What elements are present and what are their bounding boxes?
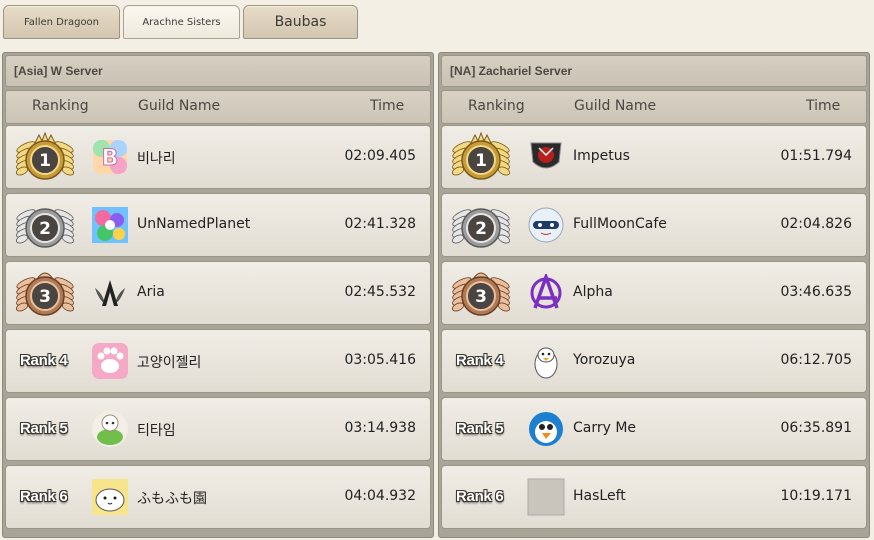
- medal-number: 3: [475, 287, 487, 307]
- guild-name-header: Guild Name: [138, 98, 221, 114]
- medal-number: 1: [475, 151, 487, 171]
- clear-time: 01:51.794: [780, 148, 852, 164]
- clear-time: 06:35.891: [780, 420, 852, 436]
- clear-time: 03:05.416: [344, 352, 416, 368]
- silver-medal-icon: 2: [447, 199, 515, 253]
- time-header: Time: [370, 98, 405, 114]
- ranking-row[interactable]: Rank 6 HasLeft 10:19.171: [441, 465, 867, 529]
- ranking-row[interactable]: 3 Alpha 03:46.635: [441, 261, 867, 325]
- ranking-header: Ranking: [468, 98, 525, 114]
- guild-name: HasLeft: [573, 488, 626, 504]
- ranking-row[interactable]: Rank 5 Carry Me 06:35.891: [441, 397, 867, 461]
- ranking-row[interactable]: 1 B 비나리 02:09.405: [5, 125, 431, 189]
- tab-arachne-sisters[interactable]: Arachne Sisters: [123, 5, 240, 39]
- clear-time: 02:09.405: [344, 148, 416, 164]
- moon-face-emblem-icon: [527, 206, 565, 244]
- silver-medal-icon: 2: [11, 199, 79, 253]
- ranking-row[interactable]: Rank 6 ふもふも園 04:04.932: [5, 465, 431, 529]
- red-dragon-shield-emblem-icon: [527, 138, 565, 176]
- ranking-row[interactable]: Rank 5 티타임 03:14.938: [5, 397, 431, 461]
- guild-name: Yorozuya: [573, 352, 636, 368]
- medal-number: 1: [39, 151, 51, 171]
- tab-fallen-dragoon[interactable]: Fallen Dragoon: [3, 5, 120, 39]
- bronze-medal-icon: 3: [447, 267, 515, 321]
- purple-anarchy-emblem-icon: [527, 271, 565, 312]
- penguin-emblem-icon: [527, 342, 565, 380]
- white-creature-emblem-icon: [91, 478, 129, 516]
- rank-label: Rank 5: [456, 420, 504, 437]
- medal-number: 2: [475, 219, 487, 239]
- clear-time: 10:19.171: [780, 488, 852, 504]
- colorful-planet-emblem-icon: [91, 206, 129, 244]
- ranking-row[interactable]: 3 Aria 02:45.532: [5, 261, 431, 325]
- guild-name: 티타임: [137, 423, 176, 439]
- ranking-row[interactable]: 2 UnNamedPlanet 02:41.328: [5, 193, 431, 257]
- tab-bar: Fallen Dragoon Arachne Sisters Baubas: [0, 0, 874, 40]
- ranking-row[interactable]: Rank 4 고양이젤리 03:05.416: [5, 329, 431, 393]
- rank-label: Rank 4: [20, 352, 68, 369]
- rank-label: Rank 6: [456, 488, 504, 505]
- guild-name: Impetus: [573, 148, 630, 164]
- medal-number: 3: [39, 287, 51, 307]
- ranking-row[interactable]: 2 FullMoonCafe 02:04.826: [441, 193, 867, 257]
- gold-medal-icon: 1: [11, 131, 79, 185]
- column-header: Ranking Guild Name Time: [441, 90, 867, 124]
- clear-time: 02:45.532: [344, 284, 416, 300]
- ranking-row[interactable]: 1 Impetus 01:51.794: [441, 125, 867, 189]
- panel-title: [NA] Zachariel Server: [441, 55, 867, 87]
- rank-label: Rank 5: [20, 420, 68, 437]
- guild-name: Carry Me: [573, 420, 637, 436]
- asia-server-panel: [Asia] W Server Ranking Guild Name Time …: [2, 52, 434, 538]
- panel-title: [Asia] W Server: [5, 55, 431, 87]
- clear-time: 04:04.932: [344, 488, 416, 504]
- grey-placeholder-emblem-icon: [527, 478, 565, 516]
- svg-text:B: B: [102, 146, 119, 171]
- column-header: Ranking Guild Name Time: [5, 90, 431, 124]
- clear-time: 02:41.328: [344, 216, 416, 232]
- clear-time: 03:46.635: [780, 284, 852, 300]
- time-header: Time: [806, 98, 841, 114]
- guild-name: Alpha: [573, 284, 613, 300]
- winged-a-emblem-icon: [91, 274, 129, 312]
- guild-name: 비나리: [137, 151, 176, 167]
- guild-name: FullMoonCafe: [573, 216, 667, 232]
- tab-baubas[interactable]: Baubas: [243, 5, 358, 39]
- guild-name: UnNamedPlanet: [137, 216, 251, 232]
- guild-name: 고양이젤리: [137, 355, 202, 371]
- bronze-medal-icon: 3: [11, 267, 79, 321]
- clear-time: 06:12.705: [780, 352, 852, 368]
- clear-time: 02:04.826: [780, 216, 852, 232]
- guild-name: ふもふも園: [137, 491, 207, 507]
- clear-time: 03:14.938: [344, 420, 416, 436]
- sheep-teacup-emblem-icon: [91, 410, 129, 448]
- guild-name: Aria: [137, 284, 165, 300]
- ranking-row[interactable]: Rank 4 Yorozuya 06:12.705: [441, 329, 867, 393]
- guild-name-header: Guild Name: [574, 98, 657, 114]
- rank-label: Rank 6: [20, 488, 68, 505]
- cat-paw-emblem-icon: [91, 342, 129, 380]
- ranking-header: Ranking: [32, 98, 89, 114]
- na-server-panel: [NA] Zachariel Server Ranking Guild Name…: [438, 52, 870, 538]
- blue-bird-emblem-icon: [527, 410, 565, 448]
- rainbow-b-emblem-icon: B: [91, 138, 129, 176]
- gold-medal-icon: 1: [447, 131, 515, 185]
- rank-label: Rank 4: [456, 352, 504, 369]
- medal-number: 2: [39, 219, 51, 239]
